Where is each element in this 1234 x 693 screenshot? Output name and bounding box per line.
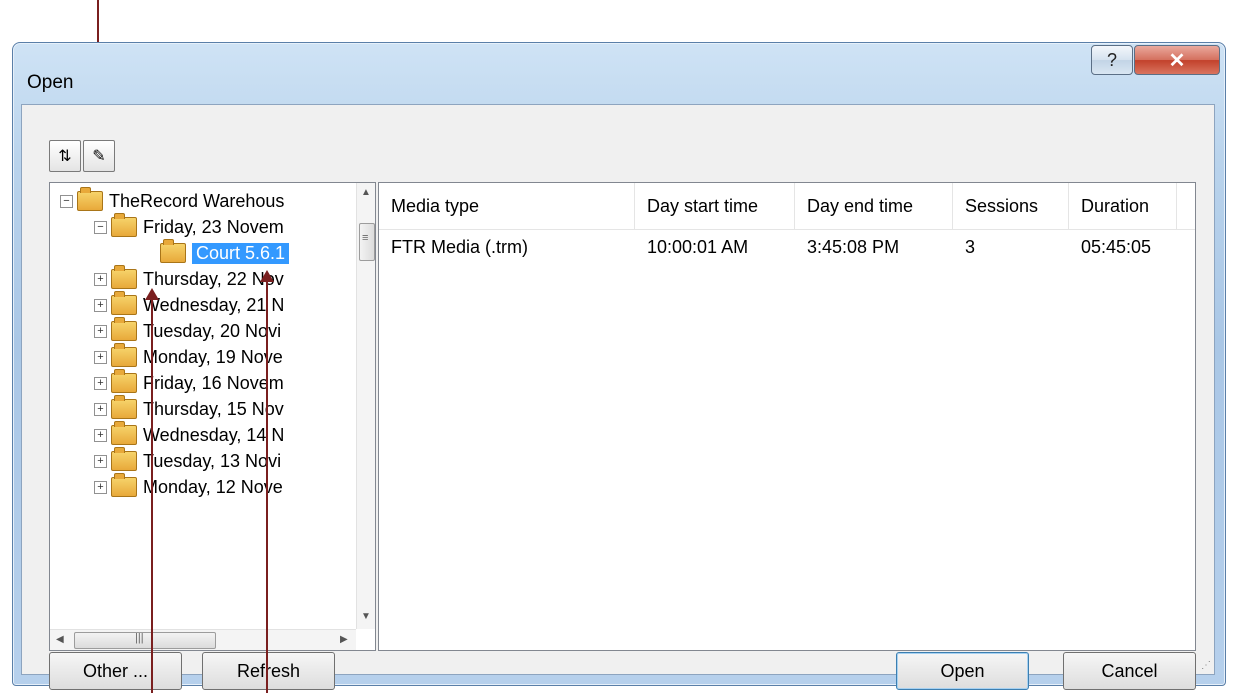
expand-icon[interactable]: + [94, 376, 107, 390]
tree-item-label: Friday, 16 Novem [143, 372, 284, 393]
annotation-arrowhead-bottom-left [145, 288, 159, 300]
swap-button[interactable]: ⇅ [49, 140, 81, 172]
tree-item-label: Tuesday, 13 Novi [143, 450, 282, 471]
folder-tree[interactable]: − TheRecord Warehous − Friday, 23 Novem … [49, 182, 376, 651]
scroll-down-icon[interactable]: ▼ [361, 611, 371, 622]
open-button[interactable]: Open [896, 652, 1029, 690]
tree-item-label-selected: Court 5.6.1 [192, 242, 290, 264]
collapse-icon[interactable]: − [60, 194, 73, 208]
tree-item-label: TheRecord Warehous [109, 190, 285, 211]
folder-icon [111, 447, 137, 471]
vertical-scroll-thumb[interactable]: ≡ [359, 223, 375, 261]
collapse-icon[interactable]: − [94, 220, 107, 234]
folder-icon [111, 473, 137, 497]
help-icon: ? [1106, 49, 1117, 70]
annotation-arrow-bottom-right [266, 282, 268, 693]
grip-icon: ||| [135, 632, 144, 644]
tree-item-day[interactable]: − Friday, 23 Novem [94, 213, 284, 239]
tree-item[interactable]: + Tuesday, 20 Novi [94, 317, 282, 343]
expand-icon[interactable]: + [94, 428, 107, 442]
refresh-button[interactable]: Refresh [202, 652, 335, 690]
close-icon: ✕ [1168, 49, 1186, 72]
expand-icon[interactable]: + [94, 402, 107, 416]
cancel-button[interactable]: Cancel [1063, 652, 1196, 690]
cell-day-start: 10:00:01 AM [647, 236, 749, 257]
tree-item-label: Friday, 23 Novem [143, 216, 284, 237]
folder-icon [111, 343, 137, 367]
folder-open-icon [111, 213, 137, 237]
swap-arrows-icon: ⇅ [58, 148, 72, 165]
tree-item-label: Tuesday, 20 Novi [143, 320, 282, 341]
cell-day-end: 3:45:08 PM [807, 236, 900, 257]
tree-item-court[interactable]: Court 5.6.1 [160, 239, 290, 265]
tree-item[interactable]: + Monday, 12 Nove [94, 473, 283, 499]
folder-icon [111, 317, 137, 341]
edit-folder-button[interactable]: ✎ [83, 140, 115, 172]
folder-icon [111, 369, 137, 393]
folder-icon [111, 291, 137, 315]
tree-item-label: Wednesday, 14 N [143, 424, 285, 445]
open-dialog: Open ? ✕ ⇅ ✎ − TheRecord Warehous − Frid… [12, 42, 1226, 690]
tree-item-label: Wednesday, 21 N [143, 294, 285, 315]
column-header-media-type[interactable]: Media type [379, 183, 635, 229]
folder-icon [111, 421, 137, 445]
annotation-arrow-bottom-left [151, 300, 153, 693]
tree-item[interactable]: + Friday, 16 Novem [94, 369, 284, 395]
expand-icon[interactable]: + [94, 298, 107, 312]
tree-item[interactable]: + Thursday, 15 Nov [94, 395, 284, 421]
expand-icon[interactable]: + [94, 350, 107, 364]
column-header-day-end[interactable]: Day end time [795, 183, 953, 229]
annotation-arrowhead-bottom-right [260, 270, 274, 282]
expand-icon[interactable]: + [94, 454, 107, 468]
column-header-duration[interactable]: Duration [1069, 183, 1177, 229]
tree-horizontal-scrollbar[interactable]: ◀ ||| ▶ [50, 629, 356, 650]
horizontal-scroll-thumb[interactable]: ||| [74, 632, 216, 649]
tree-item[interactable]: + Wednesday, 21 N [94, 291, 285, 317]
list-header: Media type Day start time Day end time S… [379, 183, 1195, 230]
scroll-left-icon[interactable]: ◀ [56, 634, 64, 645]
column-header-day-start[interactable]: Day start time [635, 183, 795, 229]
folder-open-icon [77, 187, 103, 211]
expand-icon[interactable]: + [94, 480, 107, 494]
folder-icon [111, 265, 137, 289]
tree-item[interactable]: + Wednesday, 14 N [94, 421, 285, 447]
cell-sessions: 3 [965, 236, 976, 257]
window-title: Open [27, 72, 74, 93]
table-row[interactable]: FTR Media (.trm) 10:00:01 AM 3:45:08 PM … [379, 230, 1195, 264]
title-bar: Open ? ✕ [13, 43, 1225, 113]
dialog-client-area: ⇅ ✎ − TheRecord Warehous − Friday, 23 No… [21, 104, 1215, 690]
tree-item[interactable]: + Thursday, 22 Nov [94, 265, 284, 291]
grip-icon: ≡ [362, 232, 369, 244]
folder-icon [111, 395, 137, 419]
media-list[interactable]: Media type Day start time Day end time S… [378, 182, 1196, 651]
tree-item-label: Monday, 19 Nove [143, 346, 283, 367]
column-header-sessions[interactable]: Sessions [953, 183, 1069, 229]
cell-media-type: FTR Media (.trm) [391, 236, 528, 257]
tree-item-label: Thursday, 15 Nov [143, 398, 284, 419]
tree-item[interactable]: + Tuesday, 13 Novi [94, 447, 282, 473]
other-button[interactable]: Other ... [49, 652, 182, 690]
tree-item-label: Monday, 12 Nove [143, 476, 283, 497]
folder-icon [160, 239, 186, 263]
edit-folder-icon: ✎ [92, 148, 106, 165]
help-button[interactable]: ? [1091, 45, 1133, 75]
close-button[interactable]: ✕ [1134, 45, 1220, 75]
expand-icon[interactable]: + [94, 272, 107, 286]
tree-vertical-scrollbar[interactable]: ▲ ≡ ▼ [356, 183, 375, 629]
scroll-right-icon[interactable]: ▶ [340, 634, 348, 645]
tree-item[interactable]: + Monday, 19 Nove [94, 343, 283, 369]
tree-item-root[interactable]: − TheRecord Warehous [60, 187, 285, 213]
expand-icon[interactable]: + [94, 324, 107, 338]
scroll-up-icon[interactable]: ▲ [361, 187, 371, 198]
resize-grip-icon[interactable]: ⋰ [1201, 660, 1211, 671]
cell-duration: 05:45:05 [1081, 236, 1152, 257]
